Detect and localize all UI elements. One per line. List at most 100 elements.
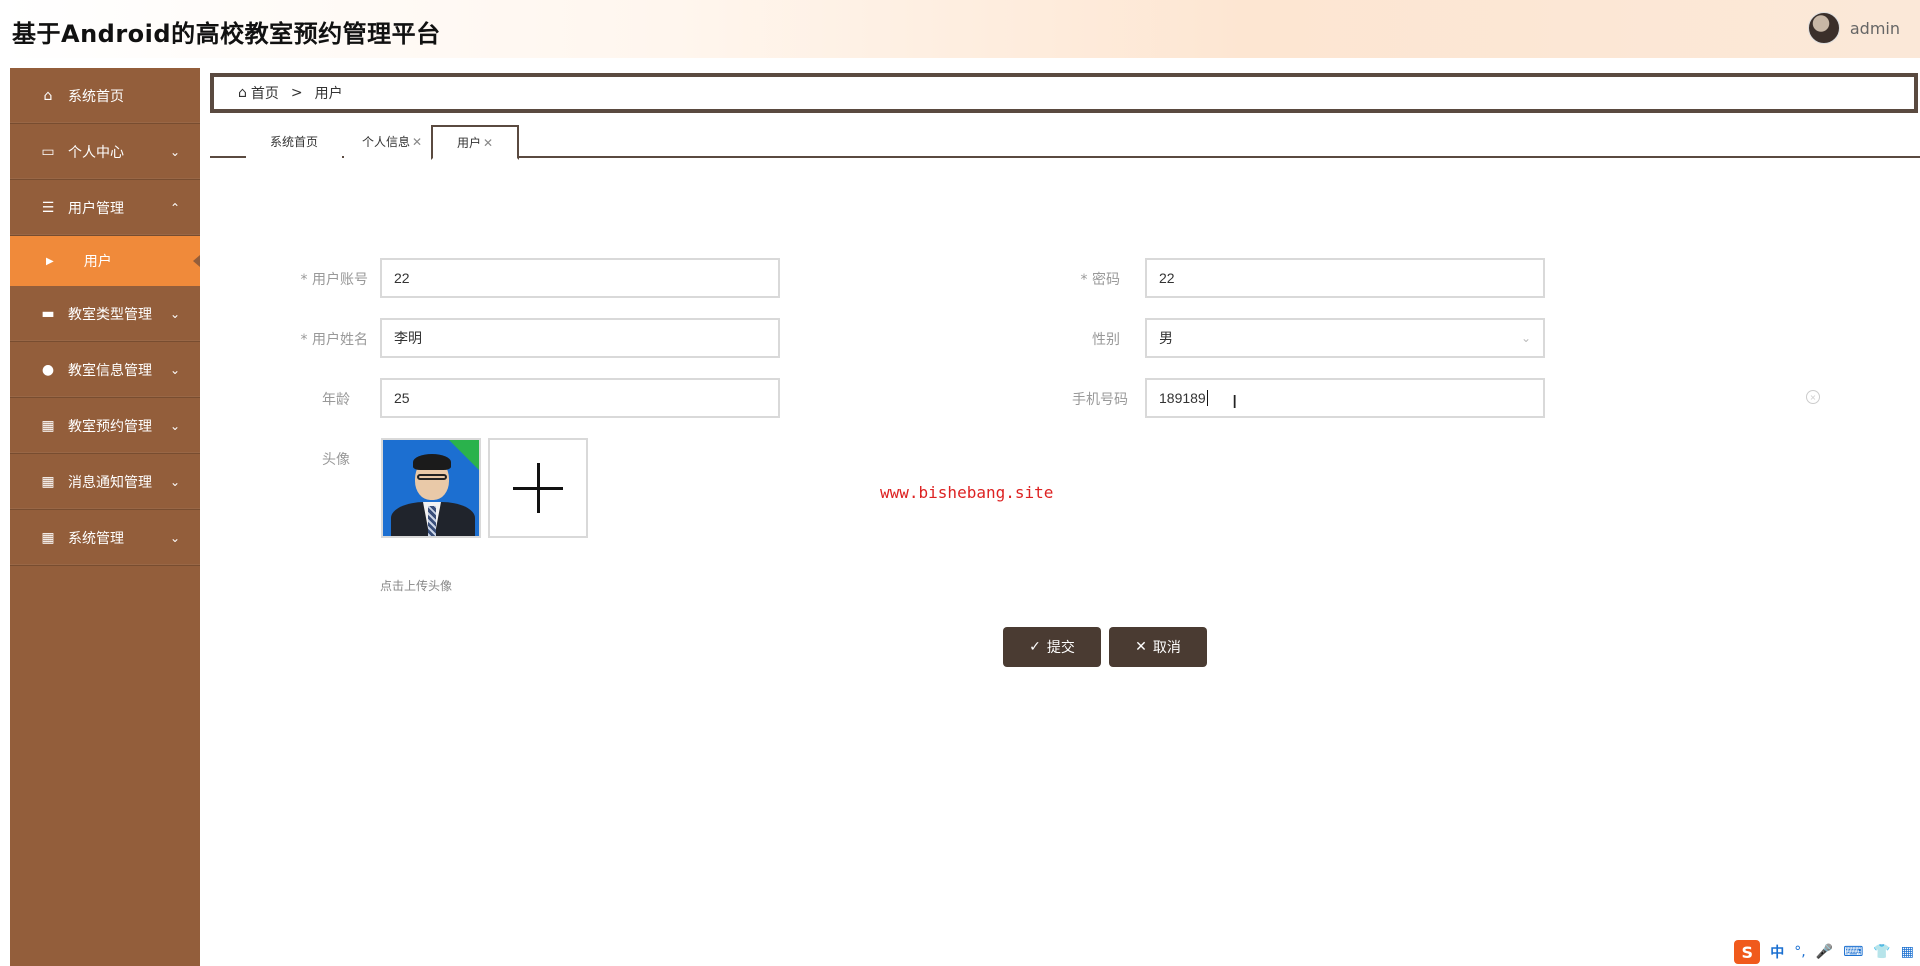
submit-button[interactable]: ✓ 提交: [1003, 627, 1101, 667]
username[interactable]: admin: [1850, 19, 1900, 38]
account-input[interactable]: 22: [380, 258, 780, 298]
upload-hint: 点击上传头像: [380, 579, 453, 593]
sidebar: ⌂ 系统首页 ▭ 个人中心 ⌄ ☰ 用户管理 ⌃ ▶ 用户 ▬ 教室类型管理 ⌄…: [10, 68, 200, 966]
age-input[interactable]: 25: [380, 378, 780, 418]
breadcrumb-current: 用户: [314, 86, 343, 102]
sidebar-item-label: 消息通知管理: [68, 474, 152, 491]
name-label-text: 用户姓名: [312, 332, 368, 348]
required-mark: *: [300, 272, 308, 288]
tab-label: 系统首页: [269, 135, 318, 149]
phone-input[interactable]: 189189: [1145, 378, 1545, 418]
photo-glasses: [417, 474, 447, 480]
password-label-text: 密码: [1092, 272, 1120, 288]
tab-bar: 系统首页 个人信息 ✕ 用户 ✕: [210, 123, 1920, 160]
i-beam-cursor-icon: I: [1232, 392, 1238, 413]
home-icon[interactable]: ⌂: [238, 85, 247, 101]
sidebar-item-label: 用户管理: [68, 200, 124, 217]
age-label: 年龄: [240, 389, 350, 409]
name-value: 李明: [394, 330, 422, 346]
submit-label: 提交: [1046, 640, 1075, 656]
breadcrumb-separator: >: [290, 85, 303, 101]
tab-home[interactable]: 系统首页: [246, 125, 342, 158]
sidebar-item-label: 个人中心: [68, 144, 124, 161]
grid-icon: ▦: [41, 473, 55, 490]
password-label: * 密码: [1010, 269, 1120, 289]
sogou-logo-icon[interactable]: S: [1734, 940, 1761, 964]
home-icon: ⌂: [43, 87, 53, 104]
close-icon[interactable]: ✕: [412, 135, 422, 149]
grid-icon: ▦: [41, 417, 55, 434]
avatar-photo[interactable]: [381, 438, 481, 538]
breadcrumb-home[interactable]: 首页: [251, 83, 279, 103]
phone-value: 189189: [1159, 390, 1206, 406]
shirt-icon[interactable]: 👕: [1873, 944, 1890, 960]
keyboard-icon[interactable]: ⌨: [1843, 944, 1863, 960]
ime-toolbar[interactable]: S 中 °, 🎤 ⌨ 👕 ▦: [1734, 940, 1914, 964]
active-indicator: [193, 255, 200, 267]
user-menu[interactable]: admin: [1807, 12, 1900, 44]
ime-language[interactable]: 中: [1770, 942, 1784, 962]
sidebar-item-label: 系统管理: [68, 530, 124, 547]
grid-icon: ▦: [41, 529, 55, 546]
sidebar-item-notifications[interactable]: ▦ 消息通知管理 ⌄: [10, 454, 200, 510]
name-input[interactable]: 李明: [380, 318, 780, 358]
tab-label: 个人信息: [361, 135, 410, 149]
password-value: 22: [1159, 270, 1175, 286]
photo-hair: [413, 454, 451, 470]
chevron-down-icon: ⌄: [169, 530, 180, 545]
photo-tie: [428, 506, 436, 536]
avatar[interactable]: [1807, 12, 1840, 44]
avatar-label: 头像: [240, 449, 350, 469]
app-title: 基于Android的高校教室预约管理平台: [12, 20, 441, 48]
tab-personal-info[interactable]: 个人信息 ✕: [344, 125, 440, 158]
plus-icon: [513, 463, 563, 513]
password-input[interactable]: 22: [1145, 258, 1545, 298]
sidebar-item-label: 教室类型管理: [68, 306, 152, 323]
required-mark: *: [300, 332, 308, 348]
chevron-down-icon: ⌄: [1520, 331, 1531, 345]
sidebar-subitem-users[interactable]: ▶ 用户: [10, 236, 200, 286]
briefcase-icon: ▬: [41, 305, 55, 322]
account-label-text: 用户账号: [312, 272, 368, 288]
gender-select[interactable]: 男 ⌄: [1145, 318, 1545, 358]
tab-label: 用户: [456, 136, 481, 150]
sidebar-item-classroom-info[interactable]: ● 教室信息管理 ⌄: [10, 342, 200, 398]
avatar-label-text: 头像: [322, 452, 350, 468]
chevron-down-icon: ⌄: [169, 474, 180, 489]
chevron-down-icon: ⌄: [169, 306, 180, 321]
photo-corner: [449, 440, 479, 470]
name-label: * 用户姓名: [258, 329, 368, 349]
sidebar-item-home[interactable]: ⌂ 系统首页: [10, 68, 200, 124]
sidebar-item-label: 教室预约管理: [68, 418, 152, 435]
clear-icon[interactable]: ×: [1806, 390, 1820, 404]
close-icon[interactable]: ✕: [483, 136, 493, 150]
list-icon: ☰: [41, 199, 55, 216]
account-value: 22: [394, 270, 410, 286]
sidebar-item-personal-center[interactable]: ▭ 个人中心 ⌄: [10, 124, 200, 180]
cancel-button[interactable]: ✕ 取消: [1109, 627, 1207, 667]
sidebar-item-classroom-type[interactable]: ▬ 教室类型管理 ⌄: [10, 286, 200, 342]
sidebar-item-classroom-booking[interactable]: ▦ 教室预约管理 ⌄: [10, 398, 200, 454]
cancel-label: 取消: [1152, 640, 1181, 656]
tab-users[interactable]: 用户 ✕: [431, 125, 519, 160]
ime-punctuation[interactable]: °,: [1794, 944, 1805, 960]
grid-icon[interactable]: ▦: [1901, 944, 1914, 960]
sidebar-item-user-management[interactable]: ☰ 用户管理 ⌃: [10, 180, 200, 236]
microphone-icon[interactable]: 🎤: [1816, 944, 1833, 960]
gender-label-text: 性别: [1092, 332, 1120, 348]
sidebar-item-label: 系统首页: [68, 88, 124, 105]
text-caret: [1206, 390, 1208, 406]
required-mark: *: [1080, 272, 1088, 288]
card-icon: ▭: [41, 143, 55, 160]
upload-avatar-button[interactable]: [488, 438, 588, 538]
account-label: * 用户账号: [258, 269, 368, 289]
gender-label: 性别: [1010, 329, 1120, 349]
chevron-down-icon: ⌄: [169, 144, 180, 159]
gender-value: 男: [1159, 330, 1173, 346]
check-icon: ✓: [1029, 639, 1041, 655]
chevron-down-icon: ⌄: [169, 362, 180, 377]
sidebar-item-system[interactable]: ▦ 系统管理 ⌄: [10, 510, 200, 566]
chevron-up-icon: ⌃: [169, 200, 180, 215]
chevron-down-icon: ⌄: [169, 418, 180, 433]
caret-right-icon: ▶: [46, 255, 54, 267]
